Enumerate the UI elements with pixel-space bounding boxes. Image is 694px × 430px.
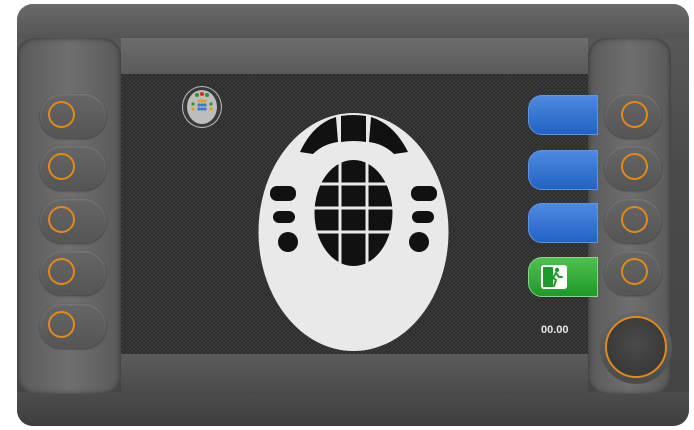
right-side-button-1 [411, 186, 437, 201]
right-side-button-2 [412, 211, 434, 223]
controller-thumbnail-icon[interactable] [182, 86, 222, 128]
left-hardware-button-5[interactable] [40, 304, 106, 348]
screen-bottom-frame [121, 354, 588, 394]
button-ring-icon [621, 206, 648, 233]
button-ring-icon [48, 206, 75, 233]
button-ring-icon [621, 101, 648, 128]
softkey-2[interactable] [528, 150, 598, 190]
device-bottom-bezel [17, 392, 689, 426]
exit-softkey[interactable] [528, 257, 598, 297]
left-hardware-button-2[interactable] [40, 146, 106, 190]
right-hardware-button-3[interactable] [605, 199, 661, 243]
softkey-3[interactable] [528, 203, 598, 243]
left-hardware-button-3[interactable] [40, 199, 106, 243]
right-hardware-button-2[interactable] [605, 146, 661, 190]
button-ring-icon [48, 153, 75, 180]
left-side-button-3 [278, 232, 298, 252]
top-center-arc-button [341, 115, 366, 142]
button-ring-icon [621, 153, 648, 180]
left-side-button-1 [270, 186, 296, 201]
button-ring-icon [48, 258, 75, 285]
screen-top-frame [121, 38, 588, 74]
right-hardware-button-1[interactable] [605, 94, 661, 138]
exit-door-icon [541, 265, 567, 289]
button-ring-icon [621, 258, 648, 285]
left-hardware-button-4[interactable] [40, 251, 106, 295]
button-ring-icon [48, 311, 75, 338]
device-top-bezel [17, 4, 689, 38]
right-hardware-button-4[interactable] [605, 251, 661, 295]
right-side-button-3 [409, 232, 429, 252]
left-hardware-button-1[interactable] [40, 94, 106, 138]
controller-layout-diagram [258, 113, 449, 351]
left-side-button-2 [273, 211, 295, 223]
time-display: 00.00 [541, 324, 569, 336]
rotary-knob[interactable] [605, 316, 667, 378]
softkey-1[interactable] [528, 95, 598, 135]
button-ring-icon [48, 101, 75, 128]
